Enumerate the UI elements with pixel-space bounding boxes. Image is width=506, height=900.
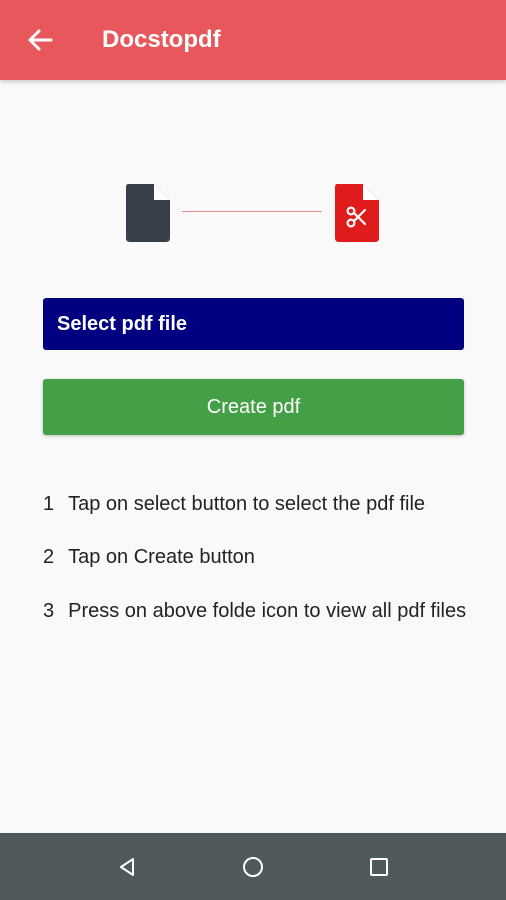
- instruction-item: 2 Tap on Create button: [43, 544, 473, 570]
- page-title: Docstopdf: [102, 26, 221, 53]
- system-nav-bar: [0, 833, 506, 900]
- document-icon: [126, 184, 170, 242]
- instruction-text: Tap on Create button: [68, 546, 255, 568]
- nav-home-icon: [243, 857, 263, 877]
- create-pdf-button[interactable]: Create pdf: [43, 379, 464, 435]
- app-bar: Docstopdf: [0, 0, 506, 80]
- nav-recents-button[interactable]: [363, 851, 395, 883]
- connector-line: [182, 211, 322, 212]
- nav-back-icon: [120, 858, 134, 876]
- select-pdf-button[interactable]: Select pdf file: [43, 298, 464, 350]
- back-button[interactable]: [24, 22, 56, 58]
- instruction-text: Tap on select button to select the pdf f…: [68, 493, 426, 515]
- instruction-item: 1 Tap on select button to select the pdf …: [43, 491, 473, 517]
- instruction-item: 3 Press on above folde icon to view all p…: [43, 598, 473, 624]
- instruction-text: Press on above folde icon to view all pd…: [68, 600, 467, 622]
- instruction-number: 1: [43, 493, 55, 515]
- nav-back-button[interactable]: [111, 851, 143, 883]
- instruction-number: 3: [43, 600, 55, 622]
- nav-home-button[interactable]: [237, 851, 269, 883]
- arrow-left-icon: [28, 29, 53, 51]
- instruction-number: 2: [43, 546, 55, 568]
- pdf-scissors-icon: [335, 184, 379, 242]
- nav-recents-icon: [370, 858, 388, 876]
